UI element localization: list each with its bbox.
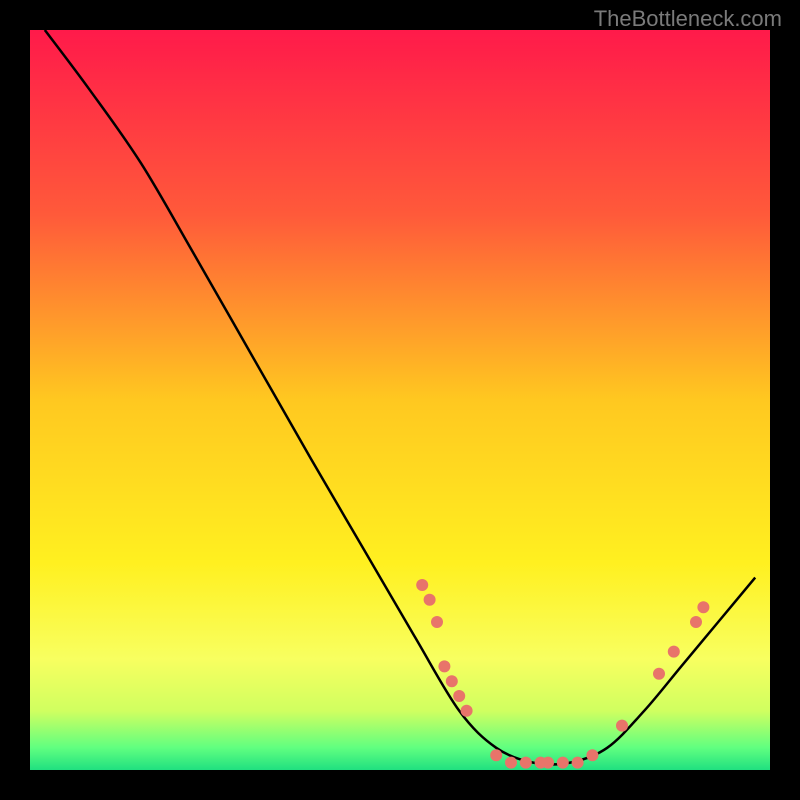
data-marker xyxy=(461,705,473,717)
data-marker xyxy=(505,757,517,769)
data-marker xyxy=(431,616,443,628)
data-marker xyxy=(453,690,465,702)
data-marker xyxy=(424,594,436,606)
data-marker xyxy=(690,616,702,628)
data-marker xyxy=(416,579,428,591)
data-marker xyxy=(490,749,502,761)
chart-container xyxy=(30,30,770,770)
data-marker xyxy=(520,757,532,769)
data-marker xyxy=(653,668,665,680)
data-marker xyxy=(557,757,569,769)
gradient-background xyxy=(30,30,770,770)
bottleneck-chart xyxy=(30,30,770,770)
data-marker xyxy=(586,749,598,761)
data-marker xyxy=(542,757,554,769)
data-marker xyxy=(668,646,680,658)
data-marker xyxy=(438,660,450,672)
data-marker xyxy=(446,675,458,687)
watermark-text: TheBottleneck.com xyxy=(594,6,782,32)
data-marker xyxy=(572,757,584,769)
data-marker xyxy=(697,601,709,613)
data-marker xyxy=(616,720,628,732)
